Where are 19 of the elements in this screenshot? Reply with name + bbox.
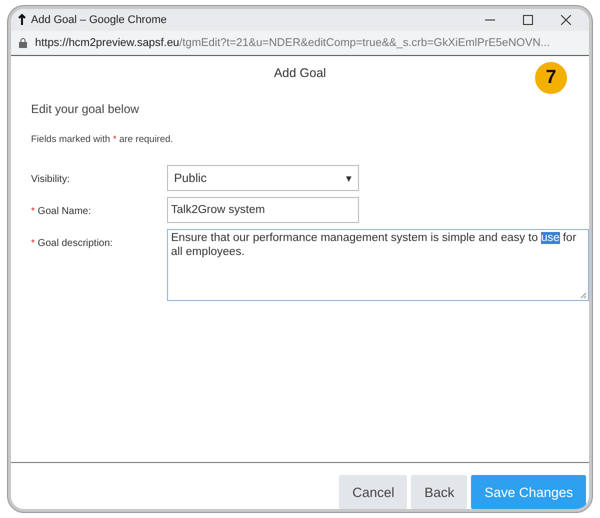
dialog-title: Add Goal: [274, 65, 326, 82]
action-button[interactable]: Cancel: [339, 475, 408, 509]
action-button[interactable]: Back: [411, 475, 468, 509]
field-label: * Goal description:: [31, 237, 114, 249]
step-badge: 7: [535, 62, 567, 94]
field-label: * Goal Name:: [31, 205, 92, 217]
lock-icon: [19, 38, 27, 48]
window-title: Add Goal – Google Chrome: [31, 14, 168, 26]
resize-handle-icon[interactable]: [580, 292, 587, 299]
close-icon[interactable]: [561, 15, 571, 25]
visibility-dropdown[interactable]: Public ▾: [167, 165, 359, 191]
input-field[interactable]: Talk2Grow system: [167, 197, 359, 223]
intro-text: Edit your goal below: [31, 102, 140, 116]
app-icon: [17, 14, 27, 26]
field-label: Visibility:: [31, 173, 71, 185]
text-area[interactable]: Ensure that our performance management system is simple and easy to use for all employees.: [167, 229, 589, 301]
required-note: Fields marked with * are required.: [31, 134, 174, 145]
maximize-icon[interactable]: [523, 15, 533, 25]
caret-icon: ▾: [346, 172, 352, 184]
